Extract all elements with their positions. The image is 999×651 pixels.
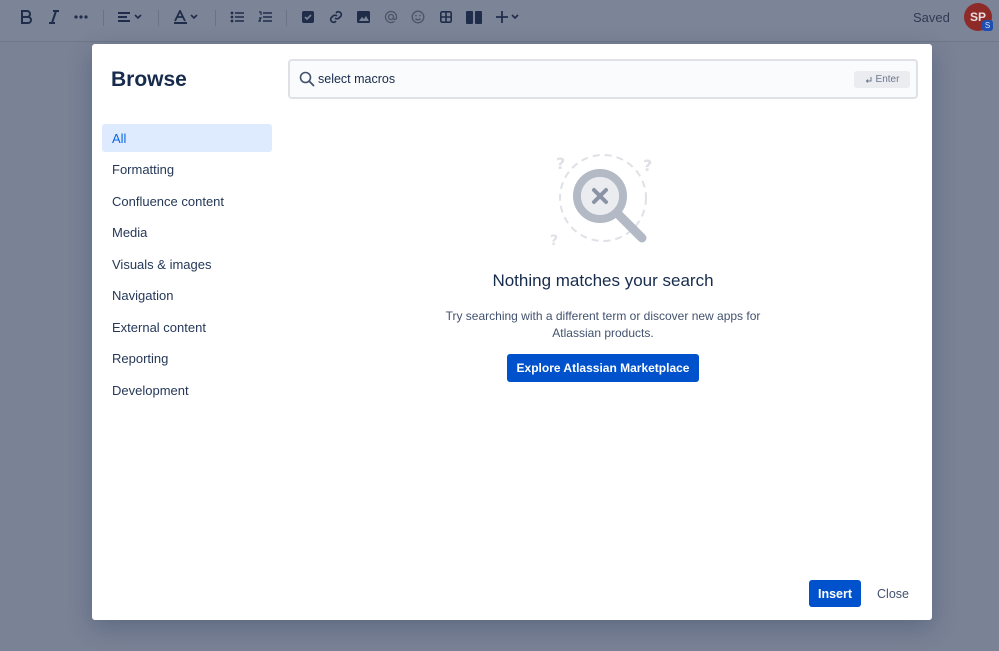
dialog-title: Browse (111, 68, 187, 91)
browse-macros-dialog: Browse All Formatting Confluence content… (92, 44, 932, 620)
more-icon (74, 15, 88, 19)
italic-button[interactable] (46, 8, 62, 26)
toolbar-divider (103, 10, 104, 26)
enter-key-icon (865, 76, 872, 83)
enter-hint-label: Enter (875, 74, 900, 85)
search-box: Enter (288, 59, 918, 99)
bold-icon (21, 10, 32, 24)
enter-hint: Enter (854, 71, 910, 88)
no-results-magnifier-icon: ? ? ? (550, 154, 652, 249)
mention-button[interactable] (383, 8, 399, 26)
emoji-icon (411, 10, 425, 24)
search-input[interactable] (318, 70, 838, 88)
avatar-badge: S (982, 20, 993, 31)
category-item-confluence-content[interactable]: Confluence content (102, 187, 272, 215)
numbered-list-button[interactable] (257, 8, 273, 26)
category-list: All Formatting Confluence content Media … (102, 124, 272, 408)
checkbox-icon (302, 11, 314, 23)
category-item-media[interactable]: Media (102, 219, 272, 247)
insert-button[interactable]: Insert (809, 580, 861, 607)
toolbar-divider (286, 10, 287, 26)
at-icon (384, 10, 398, 24)
bullet-list-button[interactable] (229, 8, 245, 26)
category-item-formatting[interactable]: Formatting (102, 156, 272, 184)
italic-icon (49, 10, 59, 24)
emoji-button[interactable] (410, 8, 426, 26)
layout-button[interactable] (465, 8, 483, 26)
editor-toolbar: Saved SP S (0, 0, 999, 42)
empty-state: ? ? ? Nothing matches your search Try se… (288, 149, 918, 382)
category-item-reporting[interactable]: Reporting (102, 345, 272, 373)
text-color-button[interactable] (172, 8, 200, 26)
numbered-list-icon (258, 11, 272, 22)
empty-state-title: Nothing matches your search (492, 271, 714, 290)
plus-icon (496, 11, 519, 23)
bold-button[interactable] (18, 8, 34, 26)
align-left-icon (118, 12, 142, 22)
category-item-external-content[interactable]: External content (102, 313, 272, 341)
close-button[interactable]: Close (870, 580, 916, 607)
table-button[interactable] (438, 8, 454, 26)
more-formatting-button[interactable] (73, 8, 89, 26)
search-icon (299, 71, 315, 87)
saved-status: Saved (913, 10, 950, 25)
category-item-navigation[interactable]: Navigation (102, 282, 272, 310)
svg-text:?: ? (643, 156, 652, 175)
toolbar-divider (215, 10, 216, 26)
category-item-visuals-images[interactable]: Visuals & images (102, 250, 272, 278)
insert-more-button[interactable] (494, 8, 522, 26)
columns-icon (466, 10, 482, 24)
toolbar-divider (158, 10, 159, 26)
svg-text:?: ? (556, 154, 565, 173)
category-item-all[interactable]: All (102, 124, 272, 152)
svg-text:?: ? (550, 233, 558, 249)
image-icon (356, 11, 370, 23)
text-color-icon (174, 10, 198, 24)
empty-state-description: Try searching with a different term or d… (445, 309, 761, 340)
image-button[interactable] (355, 8, 371, 26)
link-button[interactable] (328, 8, 344, 26)
link-icon (329, 10, 343, 24)
text-align-button[interactable] (116, 8, 144, 26)
action-item-button[interactable] (300, 8, 316, 26)
category-item-development[interactable]: Development (102, 376, 272, 404)
table-icon (440, 11, 452, 23)
explore-marketplace-button[interactable]: Explore Atlassian Marketplace (506, 354, 700, 382)
bullet-list-icon (230, 11, 244, 23)
